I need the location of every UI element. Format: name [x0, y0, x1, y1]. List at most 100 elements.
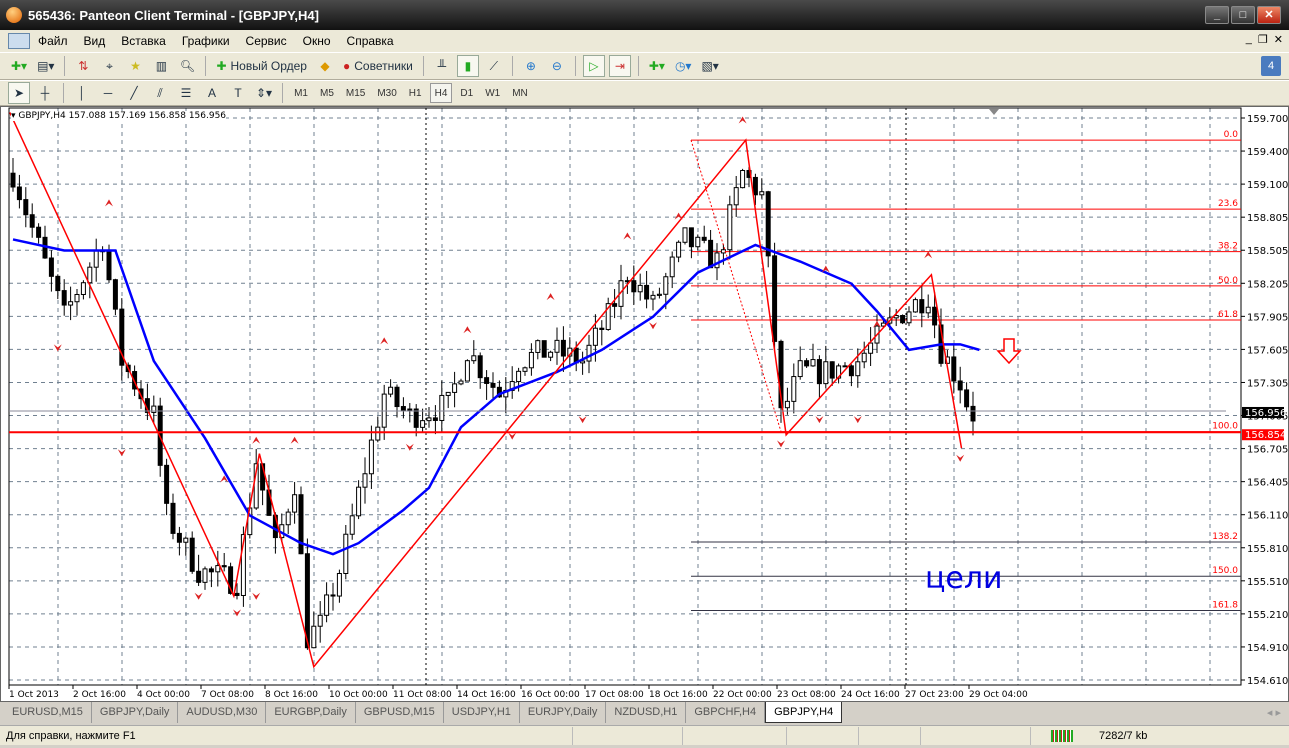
market-watch-icon[interactable]: ⇅	[72, 55, 94, 77]
zoom-out-icon[interactable]: ⊖	[546, 55, 568, 77]
y-tick-label: 157.605	[1247, 345, 1288, 356]
bar-chart-icon[interactable]: ╨	[431, 55, 453, 77]
terminal-icon[interactable]: ▥	[150, 55, 172, 77]
line-chart-icon[interactable]: ⟋	[483, 55, 505, 77]
timeframe-mn[interactable]: MN	[508, 83, 532, 103]
x-tick-label: 10 Oct 00:00	[329, 690, 388, 700]
menu-insert[interactable]: Вставка	[113, 34, 174, 48]
text-label-icon[interactable]: T	[227, 82, 249, 104]
timeframe-h4[interactable]: H4	[429, 83, 453, 103]
alerts-badge[interactable]: 4	[1261, 56, 1281, 76]
new-order-button[interactable]: ✚ Новый Ордер	[213, 55, 310, 77]
menu-tools[interactable]: Сервис	[238, 34, 295, 48]
candle-body	[656, 293, 662, 296]
y-tick-label: 158.205	[1247, 279, 1288, 290]
menu-charts[interactable]: Графики	[174, 34, 238, 48]
chart-tab[interactable]: AUDUSD,M30	[178, 702, 267, 723]
mdi-close-button[interactable]: ✕	[1274, 33, 1283, 46]
candle-body	[752, 176, 758, 196]
strategy-tester-icon[interactable]: 🔍︎	[176, 55, 198, 77]
candle-body	[925, 306, 931, 314]
candle-body	[68, 301, 74, 306]
fractal-up-icon	[623, 232, 632, 240]
trendline-icon[interactable]: ╱	[123, 82, 145, 104]
candle-body	[772, 255, 778, 342]
candle-body	[432, 417, 438, 421]
chart-tab[interactable]: GBPJPY,H4	[765, 702, 843, 723]
fractal-down-icon	[777, 440, 785, 448]
zoom-in-icon[interactable]: ⊕	[520, 55, 542, 77]
templates-icon[interactable]: ▧▾	[698, 55, 721, 77]
y-tick-label: 159.400	[1247, 147, 1288, 158]
horizontal-line-icon[interactable]: ─	[97, 82, 119, 104]
x-tick-label: 11 Oct 08:00	[393, 690, 452, 700]
x-tick-label: 14 Oct 16:00	[457, 690, 516, 700]
candle-body	[970, 405, 976, 422]
candlestick-icon[interactable]: ▮	[456, 55, 479, 77]
profiles-icon[interactable]: ▤▾	[34, 55, 57, 77]
candle-body	[964, 389, 970, 408]
candle-body	[528, 351, 534, 369]
timeframe-d1[interactable]: D1	[456, 83, 477, 103]
chart-tab[interactable]: GBPJPY,Daily	[92, 702, 179, 723]
chart-tab[interactable]: NZDUSD,H1	[606, 702, 687, 723]
mdi-restore-button[interactable]: ❐	[1258, 33, 1268, 46]
new-chart-icon[interactable]: ✚▾	[8, 55, 30, 77]
candle-body	[912, 299, 918, 313]
x-tick-label: 1 Oct 2013	[9, 690, 59, 700]
timeframe-m30[interactable]: M30	[373, 83, 400, 103]
arrows-icon[interactable]: ⇕▾	[253, 82, 275, 104]
minimize-button[interactable]: _	[1205, 6, 1229, 24]
text-icon[interactable]: A	[201, 82, 223, 104]
y-tick-label: 158.505	[1247, 246, 1288, 257]
chart-tab[interactable]: EURUSD,M15	[4, 702, 92, 723]
periods-icon[interactable]: ◷▾	[672, 55, 695, 77]
timeframe-h1[interactable]: H1	[405, 83, 426, 103]
candle-body	[861, 352, 867, 363]
experts-button[interactable]: ● Советники	[340, 55, 416, 77]
candle-body	[599, 327, 605, 330]
candle-body	[810, 359, 816, 367]
menu-bar: Файл Вид Вставка Графики Сервис Окно Спр…	[0, 30, 1289, 52]
vertical-line-icon[interactable]: │	[71, 82, 93, 104]
chart-tab[interactable]: GBPUSD,M15	[356, 702, 444, 723]
y-tick-label: 156.705	[1247, 445, 1288, 456]
timeframe-m5[interactable]: M5	[316, 83, 338, 103]
chart-tab[interactable]: EURJPY,Daily	[520, 702, 607, 723]
candle-body	[848, 365, 854, 377]
data-window-icon[interactable]: ⌖	[98, 55, 120, 77]
chart-window-icon[interactable]	[8, 33, 30, 49]
chart-window[interactable]: 159.700 159.400 159.100 158.805 158.505 158.2…	[0, 106, 1289, 702]
crosshair-icon[interactable]: ┼	[34, 82, 56, 104]
menu-view[interactable]: Вид	[76, 34, 114, 48]
timeframe-m1[interactable]: M1	[290, 83, 312, 103]
menu-file[interactable]: Файл	[30, 34, 76, 48]
cursor-icon[interactable]: ➤	[8, 82, 30, 104]
mdi-minimize-button[interactable]: _	[1246, 33, 1252, 46]
candle-body	[16, 186, 22, 201]
tab-scroll-arrows[interactable]: ◂ ▸	[1267, 706, 1281, 719]
close-button[interactable]: ✕	[1257, 6, 1281, 24]
candle-body	[413, 408, 419, 428]
autoscroll-icon[interactable]: ▷	[582, 55, 605, 77]
maximize-button[interactable]: □	[1231, 6, 1255, 24]
chart-shift-icon[interactable]: ⇥	[608, 55, 631, 77]
timeframe-w1[interactable]: W1	[481, 83, 504, 103]
chart-tab[interactable]: GBPCHF,H4	[686, 702, 766, 723]
price-chart[interactable]: 159.700 159.400 159.100 158.805 158.505 158.2…	[1, 107, 1288, 701]
equidistant-channel-icon[interactable]: ⫽	[149, 82, 171, 104]
menu-help[interactable]: Справка	[339, 34, 402, 48]
chart-tab[interactable]: USDJPY,H1	[444, 702, 520, 723]
candle-body	[714, 252, 720, 269]
fibonacci-icon[interactable]: ☰	[175, 82, 197, 104]
navigator-icon[interactable]: ★	[124, 55, 146, 77]
indicators-icon[interactable]: ✚▾	[646, 55, 668, 77]
targets-annotation[interactable]: цели	[925, 561, 1003, 596]
menu-window[interactable]: Окно	[295, 34, 339, 48]
timeframe-m15[interactable]: M15	[342, 83, 369, 103]
x-tick-label: 18 Oct 16:00	[649, 690, 708, 700]
candle-body	[349, 515, 355, 535]
fibo-level-label: 38.2	[1218, 242, 1238, 252]
chart-tab[interactable]: EURGBP,Daily	[266, 702, 356, 723]
metaeditor-icon[interactable]: ◆	[314, 55, 336, 77]
